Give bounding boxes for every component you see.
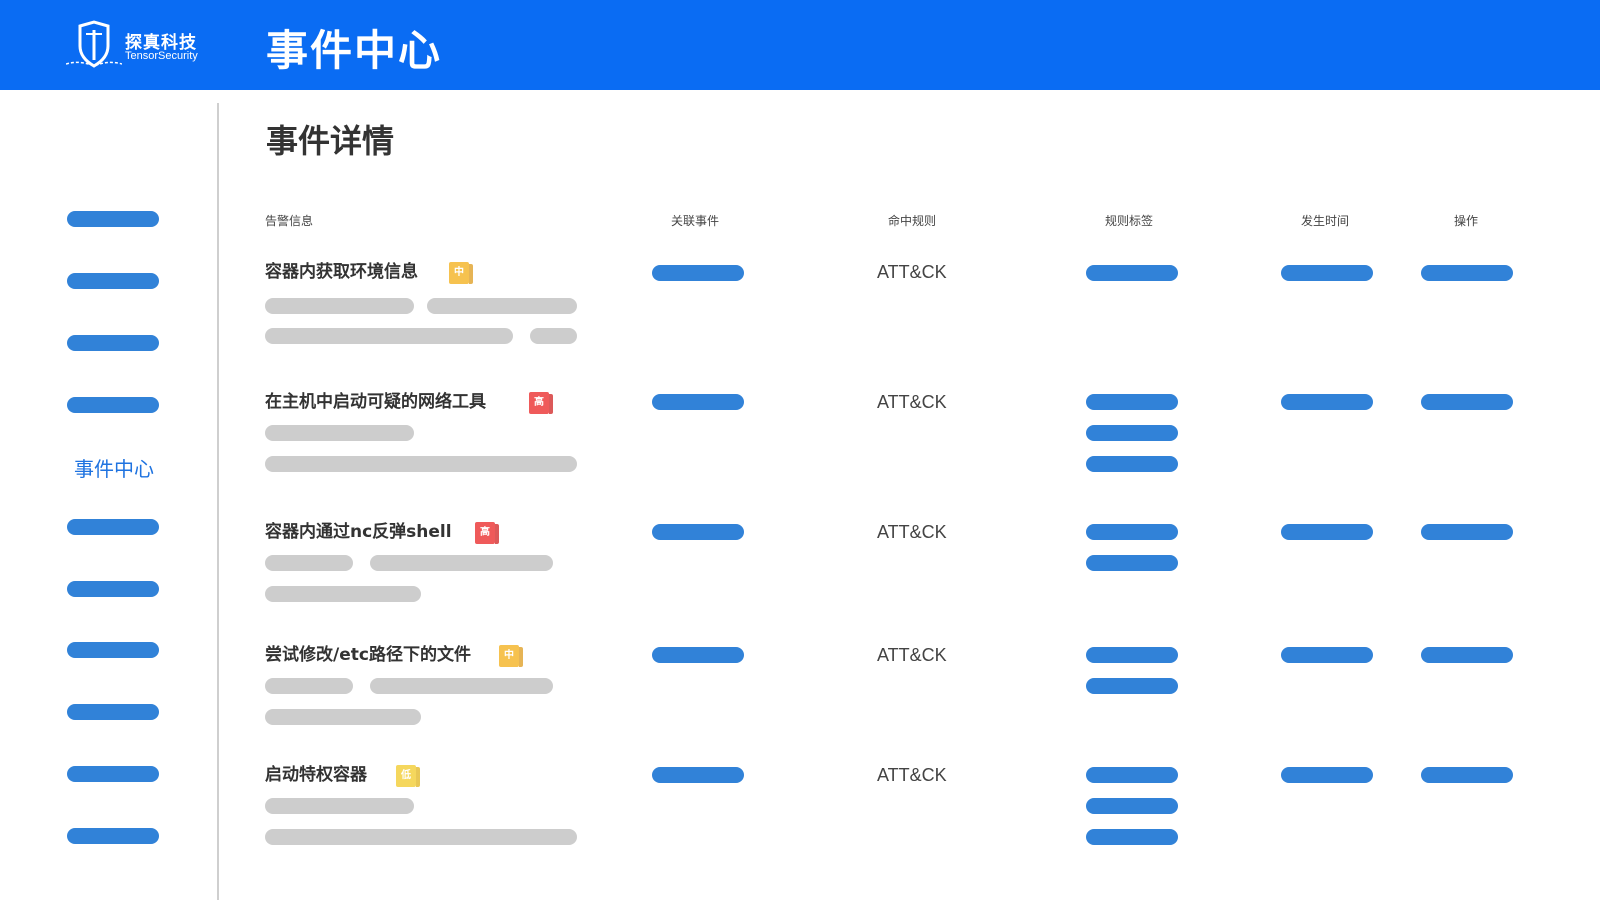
top-bar: 探真科技 TensorSecurity 事件中心 (0, 0, 1600, 90)
severity-badge: 低 (396, 765, 420, 787)
sidebar-item-10[interactable] (67, 766, 159, 782)
matched-rule: ATT&CK (877, 392, 947, 412)
rule-tag (1086, 456, 1178, 472)
sidebar-placeholder (67, 642, 159, 658)
related-event-link[interactable] (652, 647, 744, 663)
sidebar-item-event-center[interactable]: 事件中心 (74, 453, 154, 482)
occurred-time (1281, 394, 1373, 410)
sidebar-item-2[interactable] (67, 273, 159, 289)
action-button[interactable] (1421, 767, 1513, 783)
alert-name[interactable]: 容器内获取环境信息 (265, 260, 418, 284)
placeholder-line (265, 678, 353, 694)
sidebar-placeholder (67, 335, 159, 351)
alert-name[interactable]: 尝试修改/etc路径下的文件 (265, 643, 471, 667)
sidebar-item-7[interactable] (67, 581, 159, 597)
sidebar-placeholder (67, 766, 159, 782)
sidebar-item-3[interactable] (67, 335, 159, 351)
rule-tag (1086, 555, 1178, 571)
sidebar-item-8[interactable] (67, 642, 159, 658)
severity-badge: 中 (499, 645, 523, 667)
rule-tag (1086, 425, 1178, 441)
page-title: 事件详情 (266, 122, 395, 160)
sidebar-divider (217, 103, 219, 900)
severity-badge: 高 (475, 522, 499, 544)
placeholder-line (370, 555, 553, 571)
related-event-link[interactable] (652, 524, 744, 540)
rule-tag (1086, 798, 1178, 814)
related-event-link[interactable] (652, 394, 744, 410)
action-button[interactable] (1421, 524, 1513, 540)
sidebar-placeholder (67, 828, 159, 844)
company-name-en: TensorSecurity (125, 50, 198, 62)
sidebar-placeholder (67, 704, 159, 720)
action-button[interactable] (1421, 265, 1513, 281)
alert-name[interactable]: 在主机中启动可疑的网络工具 (265, 390, 486, 414)
sidebar-item-1[interactable] (67, 211, 159, 227)
placeholder-line (265, 425, 414, 441)
placeholder-line (370, 678, 553, 694)
sidebar-placeholder (67, 397, 159, 413)
occurred-time (1281, 767, 1373, 783)
brand-logo[interactable]: 探真科技 TensorSecurity (66, 20, 206, 70)
rule-tag (1086, 767, 1178, 783)
placeholder-line (265, 829, 577, 845)
action-button[interactable] (1421, 394, 1513, 410)
placeholder-line (265, 555, 353, 571)
placeholder-line (265, 586, 421, 602)
alert-name[interactable]: 容器内通过nc反弹shell (265, 520, 452, 544)
column-header-actions: 操作 (1454, 214, 1479, 228)
matched-rule: ATT&CK (877, 262, 947, 282)
occurred-time (1281, 647, 1373, 663)
column-header-time: 发生时间 (1301, 214, 1350, 228)
column-header-related-events: 关联事件 (671, 214, 720, 228)
column-header-rule-tags: 规则标签 (1105, 214, 1154, 228)
action-button[interactable] (1421, 647, 1513, 663)
occurred-time (1281, 524, 1373, 540)
rule-tag (1086, 678, 1178, 694)
sidebar-placeholder (67, 211, 159, 227)
column-header-matched-rule: 命中规则 (888, 214, 937, 228)
placeholder-line (530, 328, 577, 344)
matched-rule: ATT&CK (877, 645, 947, 665)
alert-name[interactable]: 启动特权容器 (265, 763, 367, 787)
rule-tag (1086, 265, 1178, 281)
placeholder-line (265, 298, 414, 314)
placeholder-line (265, 456, 577, 472)
sidebar-item-4[interactable] (67, 397, 159, 413)
sidebar-placeholder (67, 273, 159, 289)
rule-tag (1086, 394, 1178, 410)
occurred-time (1281, 265, 1373, 281)
sidebar-placeholder (67, 581, 159, 597)
placeholder-line (265, 328, 513, 344)
rule-tag (1086, 647, 1178, 663)
column-header-alert-info: 告警信息 (265, 214, 314, 228)
related-event-link[interactable] (652, 265, 744, 281)
app-title: 事件中心 (266, 26, 443, 75)
placeholder-line (265, 709, 421, 725)
sidebar-item-11[interactable] (67, 828, 159, 844)
rule-tag (1086, 829, 1178, 845)
severity-badge: 高 (529, 392, 553, 414)
related-event-link[interactable] (652, 767, 744, 783)
severity-badge: 中 (449, 262, 473, 284)
matched-rule: ATT&CK (877, 765, 947, 785)
sidebar-placeholder (67, 519, 159, 535)
sidebar-item-9[interactable] (67, 704, 159, 720)
placeholder-line (265, 798, 414, 814)
matched-rule: ATT&CK (877, 522, 947, 542)
rule-tag (1086, 524, 1178, 540)
placeholder-line (427, 298, 577, 314)
shield-ship-logo-icon (66, 20, 122, 68)
sidebar-item-6[interactable] (67, 519, 159, 535)
